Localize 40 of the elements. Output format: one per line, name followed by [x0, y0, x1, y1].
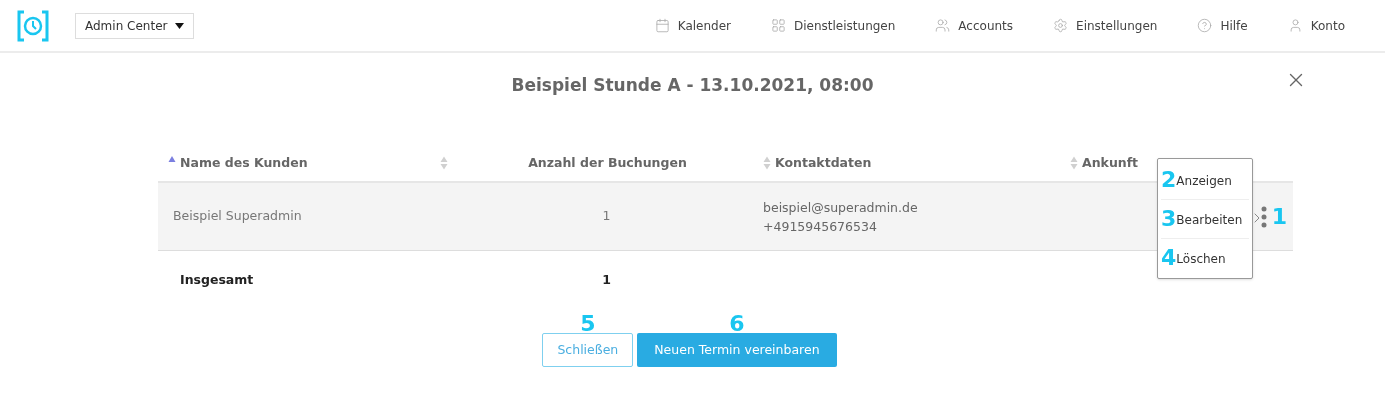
nav-link[interactable]: Accounts	[935, 16, 1014, 35]
callout-number: 1	[1271, 205, 1287, 228]
column-header[interactable]: Ankunft	[1082, 153, 1139, 173]
grid-icon	[771, 18, 786, 33]
contact-line: beispiel@superadmin.de	[763, 198, 919, 217]
more-vertical-icon[interactable]	[1260, 205, 1267, 228]
sort-icon[interactable]	[763, 156, 771, 170]
nav-link[interactable]: Kalender	[654, 16, 731, 35]
dialog-title: Beispiel Stunde A - 13.10.2021, 08:00	[511, 74, 874, 97]
column-header[interactable]: Name des Kunden	[180, 153, 308, 173]
table-cell-text: 1	[601, 207, 612, 226]
clock-logo-icon[interactable]	[17, 9, 49, 42]
sort-ascending-icon[interactable]	[168, 155, 176, 163]
calendar-icon	[654, 18, 670, 33]
total-label: Insgesamt	[179, 270, 255, 289]
callout-number: 5	[580, 313, 596, 333]
nav-link[interactable]: Einstellungen	[1053, 16, 1158, 35]
nav-link[interactable]: Konto	[1287, 16, 1345, 35]
column-header[interactable]: Kontaktdaten	[775, 153, 872, 173]
callout-number: 6	[729, 313, 745, 333]
column-header[interactable]: Anzahl der Buchungen	[452, 153, 763, 173]
caret-icon	[175, 22, 185, 29]
menu-item[interactable]: Anzeigen	[1176, 172, 1232, 191]
callout-number: 4	[1161, 247, 1177, 269]
sort-icon[interactable]	[1070, 156, 1078, 170]
menu-item[interactable]: Löschen	[1176, 250, 1226, 269]
menu-item[interactable]: Bearbeiten	[1176, 211, 1243, 230]
user-icon	[1287, 18, 1303, 33]
total-count: 1	[601, 270, 612, 289]
users-icon	[935, 18, 951, 33]
settings-icon	[1053, 18, 1069, 33]
contact-line: +4915945676534	[763, 217, 878, 236]
table-cell-text: Beispiel Superadmin	[172, 207, 303, 226]
help-icon	[1197, 18, 1213, 33]
callout-number: 3	[1161, 208, 1177, 230]
sort-icon[interactable]	[440, 156, 448, 170]
nav-link[interactable]: Dienstleistungen	[771, 16, 896, 35]
nav-link[interactable]: Hilfe	[1197, 16, 1248, 35]
center-dropdown[interactable]: Admin Center	[75, 12, 195, 39]
callout-number: 2	[1161, 169, 1177, 191]
